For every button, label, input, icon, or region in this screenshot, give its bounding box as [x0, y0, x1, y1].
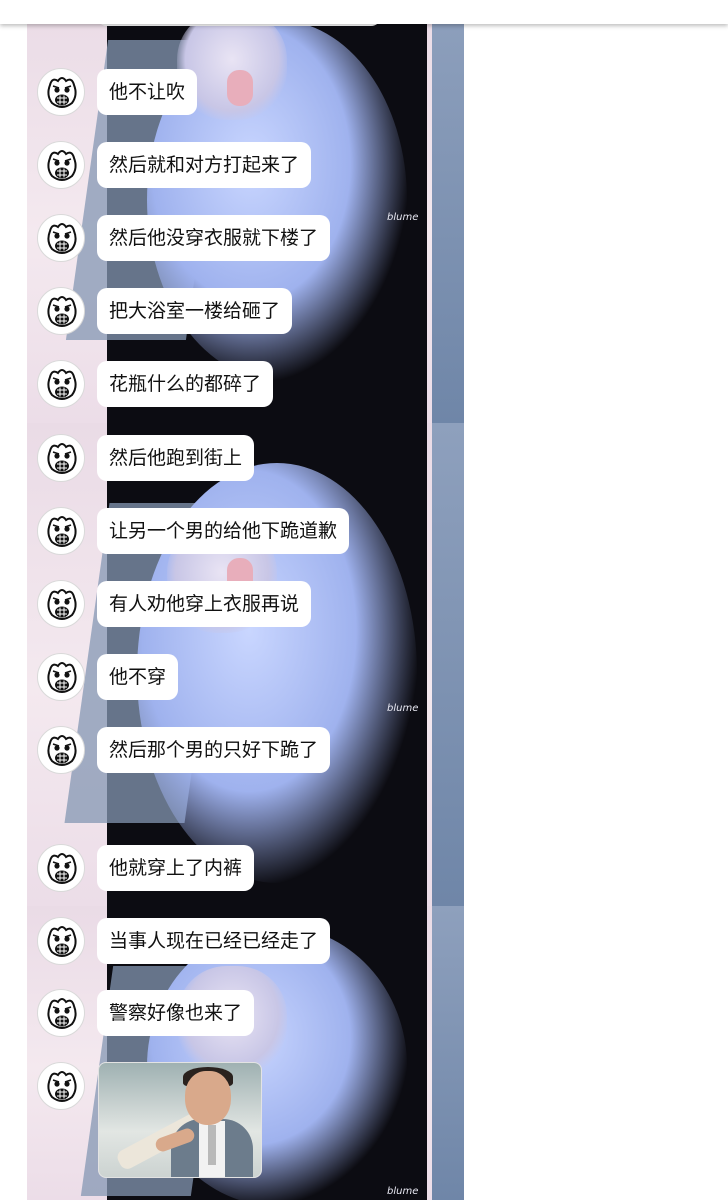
avatar[interactable] — [37, 1062, 85, 1110]
message-bubble[interactable]: 他就穿上了内裤 — [97, 845, 255, 891]
message-bubble[interactable]: 然后他没穿衣服就下楼了 — [97, 215, 331, 261]
message-bubble[interactable]: 然后他跑到街上 — [97, 435, 255, 481]
avatar[interactable] — [37, 360, 85, 408]
message-bubble[interactable]: 当事人现在已经已经走了 — [97, 918, 331, 964]
avatar[interactable] — [37, 917, 85, 965]
message-text: 然后那个男的只好下跪了 — [109, 739, 319, 761]
screaming-face-icon — [47, 516, 77, 547]
avatar[interactable] — [37, 141, 85, 189]
message-text: 然后就和对方打起来了 — [109, 154, 300, 176]
avatar[interactable] — [37, 653, 85, 701]
wallpaper-segment: blume — [27, 0, 464, 423]
message-text: 然后他跑到街上 — [109, 447, 243, 469]
top-bar — [0, 0, 728, 24]
avatar[interactable] — [37, 287, 85, 335]
screaming-face-icon — [47, 926, 77, 957]
message-bubble[interactable]: 然后那个男的只好下跪了 — [97, 727, 331, 773]
message-text: 花瓶什么的都碎了 — [109, 373, 262, 395]
screaming-face-icon — [47, 735, 77, 766]
message-bubble[interactable]: 让另一个男的给他下跪道歉 — [97, 508, 350, 554]
message-bubble[interactable]: 有人劝他穿上衣服再说 — [97, 581, 312, 627]
wallpaper-segment: blume — [27, 423, 464, 906]
screaming-face-icon — [47, 443, 77, 474]
message-text: 有人劝他穿上衣服再说 — [109, 593, 300, 615]
image-message[interactable] — [98, 1062, 262, 1178]
message-bubble[interactable]: 然后就和对方打起来了 — [97, 142, 312, 188]
avatar[interactable] — [37, 434, 85, 482]
message-bubble[interactable]: 他不穿 — [97, 654, 179, 700]
message-text: 把大浴室一楼给砸了 — [109, 300, 281, 322]
message-text: 警察好像也来了 — [109, 1002, 243, 1024]
avatar[interactable] — [37, 507, 85, 555]
avatar[interactable] — [37, 580, 85, 628]
avatar[interactable] — [37, 214, 85, 262]
message-text: 他就穿上了内裤 — [109, 857, 243, 879]
screaming-face-icon — [47, 150, 77, 181]
screaming-face-icon — [47, 223, 77, 254]
message-text: 让另一个男的给他下跪道歉 — [109, 520, 338, 542]
message-bubble[interactable]: 警察好像也来了 — [97, 990, 255, 1036]
screaming-face-icon — [47, 77, 77, 108]
avatar[interactable] — [37, 844, 85, 892]
screaming-face-icon — [47, 1071, 77, 1102]
message-bubble[interactable]: 把大浴室一楼给砸了 — [97, 288, 293, 334]
message-bubble[interactable]: 他不让吹 — [97, 69, 198, 115]
screaming-face-icon — [47, 998, 77, 1029]
screaming-face-icon — [47, 853, 77, 884]
screaming-face-icon — [47, 296, 77, 327]
message-text: 然后他没穿衣服就下楼了 — [109, 227, 319, 249]
screaming-face-icon — [47, 589, 77, 620]
avatar[interactable] — [37, 989, 85, 1037]
message-text: 他不让吹 — [109, 81, 186, 103]
screaming-face-icon — [47, 662, 77, 693]
message-text: 他不穿 — [109, 666, 167, 688]
avatar[interactable] — [37, 68, 85, 116]
avatar[interactable] — [37, 726, 85, 774]
screaming-face-icon — [47, 369, 77, 400]
message-text: 当事人现在已经已经走了 — [109, 930, 319, 952]
message-bubble[interactable]: 花瓶什么的都碎了 — [97, 361, 274, 407]
